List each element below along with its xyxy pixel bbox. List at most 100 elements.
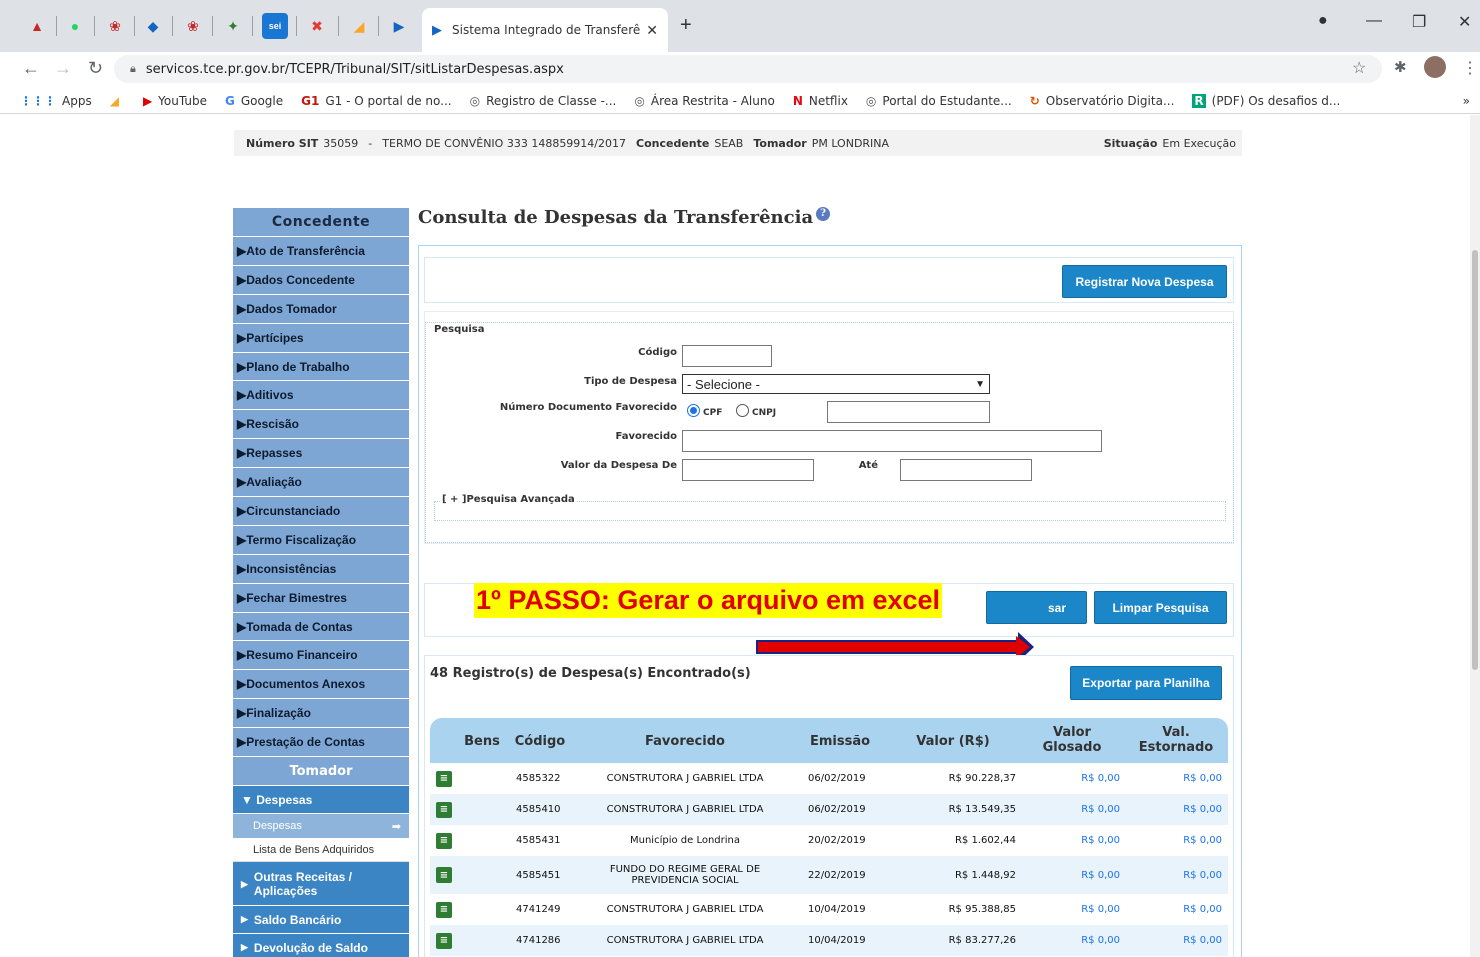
sidebar-header-tomador: Tomador (233, 757, 409, 787)
bookmark-observatorio[interactable]: ↻ Observatório Digita... (1030, 94, 1175, 108)
col-valor-glosado[interactable]: Valor Glosado (1038, 725, 1106, 755)
menu-icon[interactable]: ⋮ (1462, 58, 1478, 78)
table-row[interactable]: ≡ 4585431 Município de Londrina 20/02/2019 R… (430, 825, 1228, 856)
bookmark-youtube[interactable]: ▶ YouTube (143, 94, 207, 108)
excel-icon[interactable]: ≡ (436, 832, 452, 849)
sidebar-item-ato-transferencia[interactable]: ▶Ato de Transferência (233, 237, 409, 266)
concedente-value: SEAB (714, 136, 744, 150)
sidebar-item-documentos-anexos[interactable]: ▶Documentos Anexos (233, 670, 409, 700)
help-icon[interactable]: ? (816, 207, 831, 221)
col-favorecido[interactable]: Favorecido (590, 734, 780, 749)
bookmark-item[interactable]: ◢ (110, 94, 125, 108)
pinned-tab-icon[interactable]: ✖ (304, 13, 330, 39)
pinned-tab-icon[interactable]: ◢ (346, 13, 372, 39)
registrar-despesa-button[interactable]: Registrar Nova Despesa (1062, 265, 1227, 298)
sidebar-item-dados-concedente[interactable]: ▶Dados Concedente (233, 265, 409, 295)
col-bens[interactable]: Bens (460, 734, 504, 749)
tomador-label: Tomador (753, 136, 807, 150)
col-codigo[interactable]: Código (510, 734, 570, 749)
sidebar-subitem-bens[interactable]: Lista de Bens Adquiridos (233, 838, 409, 863)
whatsapp-icon[interactable]: ● (62, 13, 88, 39)
active-tab[interactable]: ▶ Sistema Integrado de Transferênc ✕ (422, 8, 668, 52)
table-row[interactable]: ≡ 4585451 FUNDO DO REGIME GERAL DE PREVIDE… (430, 856, 1228, 894)
sidebar-subitem-despesas[interactable]: Despesas ➡ (233, 814, 409, 839)
sidebar-item-outras-receitas[interactable]: ▶ Outras Receitas / Aplicações (233, 862, 409, 907)
tipo-despesa-select[interactable]: - Selecione - ▼ (682, 374, 990, 394)
col-valor[interactable]: Valor (R$) (908, 734, 998, 749)
excel-icon[interactable]: ≡ (436, 770, 452, 787)
address-bar[interactable]: 🔒︎ servicos.tce.pr.gov.br/TCEPR/Tribunal… (114, 55, 1382, 83)
sei-icon[interactable]: sei (262, 13, 288, 39)
sidebar-item-tomada-contas[interactable]: ▶Tomada de Contas (233, 612, 409, 642)
favorecido-input[interactable] (682, 430, 1102, 452)
table-row[interactable]: ≡ 4585410 CONSTRUTORA J GABRIEL LTDA 06/02/… (430, 794, 1228, 825)
new-tab-icon[interactable]: + (680, 14, 692, 37)
excel-icon[interactable]: ≡ (436, 901, 452, 918)
codigo-input[interactable] (682, 345, 772, 367)
limpar-pesquisa-button[interactable]: Limpar Pesquisa (1094, 591, 1227, 624)
star-icon[interactable]: ☆ (1352, 58, 1366, 78)
page-scrollbar[interactable] (1470, 115, 1480, 957)
avatar[interactable] (1424, 56, 1446, 78)
advanced-search-toggle[interactable]: [ + ]Pesquisa Avançada (440, 494, 577, 505)
sidebar-item-plano-trabalho[interactable]: ▶Plano de Trabalho (233, 352, 409, 382)
sidebar-item-repasses[interactable]: ▶Repasses (233, 439, 409, 469)
valor-ate-input[interactable] (900, 459, 1032, 481)
sidebar-item-finalizacao[interactable]: ▶Finalização (233, 699, 409, 729)
pesquisar-button[interactable]: sar (986, 591, 1087, 624)
extensions-icon[interactable]: ✱ (1394, 58, 1407, 76)
sidebar-item-dados-tomador[interactable]: ▶Dados Tomador (233, 294, 409, 324)
pinned-tab-icon[interactable]: ▲ (24, 13, 50, 39)
sidebar-item-fechar-bimestres[interactable]: ▶Fechar Bimestres (233, 583, 409, 613)
valor-de-input[interactable] (682, 459, 814, 481)
reload-icon[interactable]: ↻ (88, 58, 103, 79)
pinned-tab-icon[interactable]: ✦ (220, 13, 246, 39)
sidebar-item-resumo-financeiro[interactable]: ▶Resumo Financeiro (233, 641, 409, 671)
col-val-estornado[interactable]: Val. Estornado (1136, 725, 1216, 755)
play-icon[interactable]: ▶ (386, 13, 412, 39)
bookmark-netflix[interactable]: N Netflix (793, 94, 848, 108)
bookmark-google[interactable]: G Google (225, 94, 283, 108)
pinned-tab-icon[interactable]: ❀ (180, 13, 206, 39)
sidebar-item-despesas[interactable]: ▼ Despesas (233, 786, 409, 815)
minimize-icon[interactable]: — (1366, 12, 1382, 30)
sidebar-item-saldo-bancario[interactable]: ▶ Saldo Bancário (233, 906, 409, 935)
profile-indicator-icon[interactable]: ● (1318, 12, 1328, 30)
numero-doc-input[interactable] (827, 401, 990, 423)
bookmark-portal-estudante[interactable]: ◎ Portal do Estudante... (866, 94, 1012, 108)
col-emissao[interactable]: Emissão (800, 734, 880, 749)
restore-icon[interactable]: ❐ (1412, 12, 1426, 32)
sidebar-item-rescisao[interactable]: ▶Rescisão (233, 410, 409, 440)
close-window-icon[interactable]: ✕ (1458, 12, 1471, 32)
excel-icon[interactable]: ≡ (436, 867, 452, 883)
more-bookmarks-icon[interactable]: » (1463, 94, 1470, 108)
pinned-tab-icon[interactable]: ◆ (140, 13, 166, 39)
pinned-tab-icon[interactable]: ❀ (102, 13, 128, 39)
sidebar-item-termo-fiscalizacao[interactable]: ▶Termo Fiscalização (233, 525, 409, 555)
sidebar-item-inconsistencias[interactable]: ▶Inconsistências (233, 554, 409, 584)
sidebar-item-devolucao[interactable]: ▶ Devolução de Saldo (233, 934, 409, 957)
cpf-radio[interactable] (687, 404, 700, 417)
scrollbar-thumb[interactable] (1472, 250, 1478, 670)
back-icon[interactable]: ← (22, 58, 40, 79)
sidebar-item-circunstanciado[interactable]: ▶Circunstanciado (233, 497, 409, 526)
sidebar-item-avaliacao[interactable]: ▶Avaliação (233, 468, 409, 498)
sidebar-item-prestacao-contas[interactable]: ▶Prestação de Contas (233, 728, 409, 758)
bookmark-g1[interactable]: G1 G1 - O portal de no... (301, 94, 451, 108)
cnpj-radio[interactable] (736, 404, 749, 417)
table-row[interactable]: ≡ 4741249 CONSTRUTORA J GABRIEL LTDA 10/04/… (430, 894, 1228, 925)
sidebar-item-participes[interactable]: ▶Partícipes (233, 323, 409, 353)
bookmark-area-restrita[interactable]: ◎ Área Restrita - Aluno (634, 94, 774, 108)
cell-glosado: R$ 0,00 (1081, 835, 1120, 846)
exportar-planilha-button[interactable]: Exportar para Planilha (1070, 666, 1222, 700)
excel-icon[interactable]: ≡ (436, 932, 452, 949)
forward-icon[interactable]: → (54, 58, 72, 79)
table-row[interactable]: ≡ 4741286 CONSTRUTORA J GABRIEL LTDA 10/04/… (430, 925, 1228, 956)
excel-icon[interactable]: ≡ (436, 801, 452, 818)
close-tab-icon[interactable]: ✕ (646, 22, 658, 39)
table-row[interactable]: ≡ 4585322 CONSTRUTORA J GABRIEL LTDA 06/02/… (430, 763, 1228, 794)
bookmark-pdf[interactable]: R (PDF) Os desafios d... (1192, 93, 1340, 108)
bookmark-registro[interactable]: ◎ Registro de Classe -... (470, 94, 617, 108)
sidebar-item-aditivos[interactable]: ▶Aditivos (233, 381, 409, 411)
bookmark-apps[interactable]: ⋮⋮⋮ Apps (20, 94, 92, 108)
